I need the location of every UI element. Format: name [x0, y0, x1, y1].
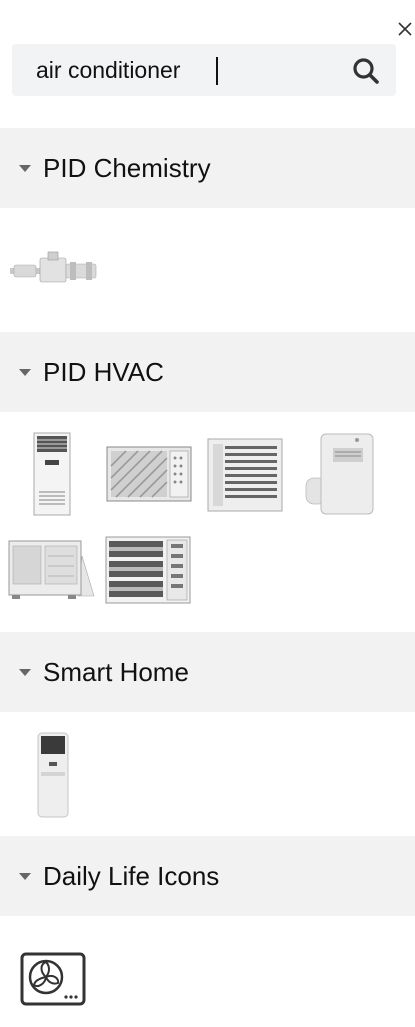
ventilation-grille-unit-icon[interactable]	[105, 536, 191, 604]
collapse-arrow-icon	[19, 668, 31, 676]
outdoor-condenser-unit-icon[interactable]	[8, 540, 96, 600]
category-label: Daily Life Icons	[43, 860, 220, 891]
collapse-arrow-icon	[19, 872, 31, 880]
category-pid-chemistry[interactable]: PID Chemistry	[0, 128, 415, 208]
portable-ac-unit-icon[interactable]	[305, 432, 375, 516]
category-smart-home[interactable]: Smart Home	[0, 632, 415, 712]
pid-valve-fitting-icon[interactable]	[10, 250, 98, 288]
category-label: PID HVAC	[43, 356, 164, 387]
category-pid-hvac[interactable]: PID HVAC	[0, 332, 415, 412]
search-box[interactable]	[12, 44, 396, 96]
floor-standing-ac-unit-icon[interactable]	[33, 432, 71, 516]
text-caret	[216, 57, 218, 85]
window-ac-unit-icon[interactable]	[106, 446, 192, 502]
search-input[interactable]	[36, 52, 336, 88]
category-label: Smart Home	[43, 656, 189, 687]
louvered-ac-unit-icon[interactable]	[207, 438, 283, 512]
category-daily-life-icons[interactable]: Daily Life Icons	[0, 836, 415, 916]
close-icon[interactable]	[397, 20, 415, 40]
collapse-arrow-icon	[19, 368, 31, 376]
search-icon[interactable]	[351, 56, 381, 86]
smart-floor-ac-unit-icon[interactable]	[37, 732, 69, 818]
air-conditioner-fan-icon[interactable]	[20, 952, 86, 1006]
category-label: PID Chemistry	[43, 152, 211, 183]
collapse-arrow-icon	[19, 164, 31, 172]
